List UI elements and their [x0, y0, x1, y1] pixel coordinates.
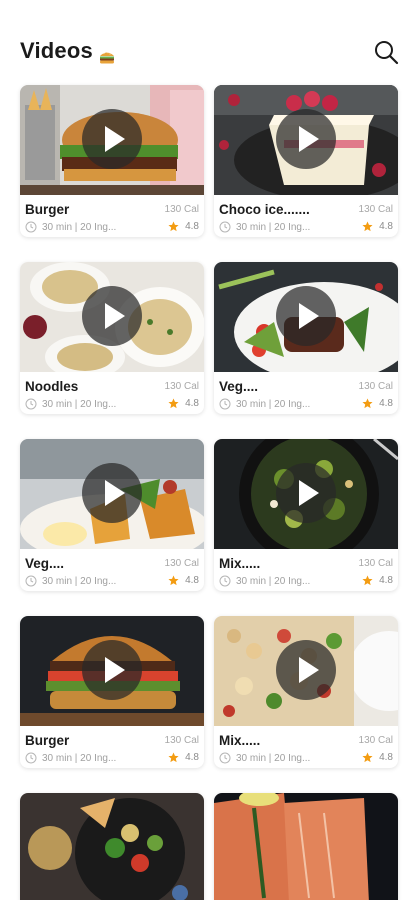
video-card[interactable]: Burger 130 Cal 30 min | 20 Ing... 4.8	[20, 85, 204, 237]
rating: 4.8	[362, 221, 393, 232]
duration-info: 30 min | 20 Ing...	[25, 221, 116, 233]
clock-icon	[219, 575, 231, 587]
play-button[interactable]	[82, 463, 142, 523]
rating: 4.8	[168, 221, 199, 232]
video-card[interactable]: Mix..... 130 Cal 30 min | 20 Ing... 4.8	[214, 439, 398, 591]
search-icon	[375, 41, 399, 65]
video-title: Choco ice.......	[219, 202, 310, 217]
video-card-partial[interactable]	[20, 793, 204, 900]
app-header: Videos	[0, 0, 417, 90]
duration-info: 30 min | 20 Ing...	[219, 575, 310, 587]
rating-value: 4.8	[379, 752, 393, 763]
calories-label: 130 Cal	[164, 204, 199, 215]
play-icon	[299, 480, 319, 506]
star-icon	[362, 398, 373, 409]
calories-label: 130 Cal	[164, 558, 199, 569]
rating-value: 4.8	[379, 221, 393, 232]
duration-text: 30 min | 20 Ing...	[42, 398, 117, 410]
calories-label: 130 Cal	[358, 735, 393, 746]
clock-icon	[25, 398, 37, 410]
play-icon	[299, 657, 319, 683]
rating: 4.8	[362, 398, 393, 409]
star-icon	[168, 752, 179, 763]
duration-text: 30 min | 20 Ing...	[236, 398, 311, 410]
video-card[interactable]: Mix..... 130 Cal 30 min | 20 Ing... 4.8	[214, 616, 398, 768]
rating-value: 4.8	[379, 575, 393, 586]
rating: 4.8	[168, 575, 199, 586]
video-card[interactable]: Veg.... 130 Cal 30 min | 20 Ing... 4.8	[214, 262, 398, 414]
duration-text: 30 min | 20 Ing...	[236, 752, 311, 764]
video-title: Mix.....	[219, 556, 261, 571]
play-icon	[105, 480, 125, 506]
duration-info: 30 min | 20 Ing...	[25, 752, 116, 764]
play-button[interactable]	[82, 286, 142, 346]
rating: 4.8	[168, 398, 199, 409]
video-thumbnail	[214, 793, 398, 900]
play-icon	[299, 303, 319, 329]
video-title: Mix.....	[219, 733, 261, 748]
duration-info: 30 min | 20 Ing...	[25, 575, 116, 587]
play-button[interactable]	[276, 640, 336, 700]
duration-info: 30 min | 20 Ing...	[219, 752, 310, 764]
star-icon	[362, 575, 373, 586]
page-title: Videos	[20, 38, 115, 64]
calories-label: 130 Cal	[358, 558, 393, 569]
star-icon	[168, 398, 179, 409]
calories-label: 130 Cal	[164, 381, 199, 392]
video-card[interactable]: Choco ice....... 130 Cal 30 min | 20 Ing…	[214, 85, 398, 237]
star-icon	[362, 752, 373, 763]
clock-icon	[219, 398, 231, 410]
duration-text: 30 min | 20 Ing...	[236, 575, 311, 587]
rating-value: 4.8	[185, 752, 199, 763]
duration-info: 30 min | 20 Ing...	[25, 398, 116, 410]
calories-label: 130 Cal	[358, 204, 393, 215]
video-card[interactable]: Noodles 130 Cal 30 min | 20 Ing... 4.8	[20, 262, 204, 414]
duration-text: 30 min | 20 Ing...	[42, 221, 117, 233]
video-title: Burger	[25, 202, 70, 217]
video-title: Noodles	[25, 379, 79, 394]
star-icon	[168, 221, 179, 232]
rating-value: 4.8	[185, 221, 199, 232]
clock-icon	[25, 221, 37, 233]
video-thumbnail	[20, 793, 204, 900]
video-card-partial[interactable]	[214, 793, 398, 900]
play-button[interactable]	[276, 286, 336, 346]
duration-text: 30 min | 20 Ing...	[42, 752, 117, 764]
play-button[interactable]	[276, 109, 336, 169]
clock-icon	[25, 575, 37, 587]
clock-icon	[219, 752, 231, 764]
calories-label: 130 Cal	[164, 735, 199, 746]
rating: 4.8	[168, 752, 199, 763]
clock-icon	[25, 752, 37, 764]
video-title: Burger	[25, 733, 70, 748]
duration-text: 30 min | 20 Ing...	[42, 575, 117, 587]
play-button[interactable]	[82, 640, 142, 700]
video-card[interactable]: Veg.... 130 Cal 30 min | 20 Ing... 4.8	[20, 439, 204, 591]
calories-label: 130 Cal	[358, 381, 393, 392]
clock-icon	[219, 221, 231, 233]
page-title-text: Videos	[20, 38, 93, 63]
play-button[interactable]	[82, 109, 142, 169]
rating-value: 4.8	[379, 398, 393, 409]
play-icon	[105, 126, 125, 152]
video-card[interactable]: Burger 130 Cal 30 min | 20 Ing... 4.8	[20, 616, 204, 768]
star-icon	[362, 221, 373, 232]
duration-info: 30 min | 20 Ing...	[219, 398, 310, 410]
video-title: Veg....	[219, 379, 259, 394]
duration-info: 30 min | 20 Ing...	[219, 221, 310, 233]
video-title: Veg....	[25, 556, 65, 571]
play-icon	[299, 126, 319, 152]
search-button[interactable]	[372, 38, 400, 66]
rating: 4.8	[362, 752, 393, 763]
play-icon	[105, 657, 125, 683]
burger-emoji-icon	[99, 44, 115, 64]
rating-value: 4.8	[185, 575, 199, 586]
duration-text: 30 min | 20 Ing...	[236, 221, 311, 233]
play-button[interactable]	[276, 463, 336, 523]
rating: 4.8	[362, 575, 393, 586]
star-icon	[168, 575, 179, 586]
rating-value: 4.8	[185, 398, 199, 409]
play-icon	[105, 303, 125, 329]
